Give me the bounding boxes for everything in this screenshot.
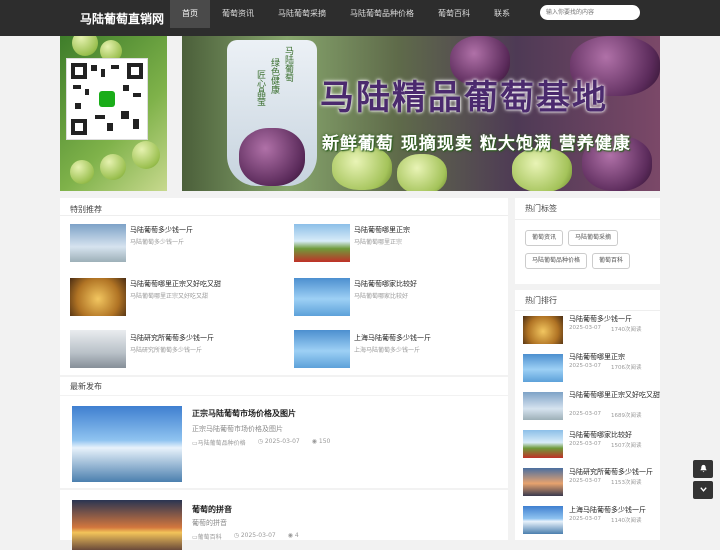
- grape-decoration: [70, 160, 94, 184]
- featured-thumb[interactable]: [70, 278, 126, 316]
- section-title: 特别推荐: [70, 205, 102, 214]
- article-thumb[interactable]: [72, 500, 182, 550]
- article-item[interactable]: 葡萄的拼音 葡萄的拼音 ▭葡萄百科 ◷ 2025-03-07 ◉ 4: [60, 490, 508, 550]
- clock-icon: ◷: [233, 532, 239, 539]
- rank-item-title[interactable]: 上海马陆葡萄多少钱一斤: [569, 505, 663, 515]
- nav-news[interactable]: 葡萄资讯: [210, 0, 266, 28]
- featured-section: 特别推荐 马陆葡萄多少钱一斤 马陆葡萄多少钱一斤 马陆葡萄哪里正宗 马陆葡萄哪里…: [60, 198, 508, 375]
- tag-link[interactable]: 葡萄百科: [592, 253, 631, 269]
- rank-thumb[interactable]: [523, 392, 563, 420]
- grape-decoration: [72, 36, 98, 56]
- hot-rank-section: 热门排行 马陆葡萄多少钱一斤 2025-03-07 1740次阅读 马陆葡萄哪里正…: [515, 290, 660, 540]
- rank-thumb[interactable]: [523, 354, 563, 382]
- rank-item-meta: 2025-03-07 1140次阅读: [569, 516, 642, 524]
- main-nav: 首页 葡萄资讯 马陆葡萄采摘 马陆葡萄品种价格 葡萄百科 联系: [170, 0, 522, 28]
- rank-item-title[interactable]: 马陆研究所葡萄多少钱一斤: [569, 467, 663, 477]
- featured-item-title[interactable]: 马陆葡萄多少钱一斤: [130, 225, 193, 235]
- qr-code: [66, 58, 148, 140]
- featured-item-summary: 马陆葡萄哪里正宗: [354, 239, 403, 246]
- rank-item-title[interactable]: 马陆葡萄哪里正宗: [569, 352, 663, 362]
- featured-item-title[interactable]: 马陆研究所葡萄多少钱一斤: [130, 333, 214, 343]
- article-title[interactable]: 葡萄的拼音: [192, 504, 232, 515]
- rank-item-title[interactable]: 马陆葡萄哪家比较好: [569, 430, 663, 440]
- article-title[interactable]: 正宗马陆葡萄市场价格及图片: [192, 408, 296, 419]
- nav-picking[interactable]: 马陆葡萄采摘: [266, 0, 338, 28]
- top-navbar: 马陆葡萄直销网 首页 葡萄资讯 马陆葡萄采摘 马陆葡萄品种价格 葡萄百科 联系: [0, 0, 720, 36]
- featured-item-title[interactable]: 马陆葡萄哪里正宗: [354, 225, 410, 235]
- bag-label: 绿色健康: [269, 58, 279, 94]
- banner-subtitle: 新鲜葡萄 现摘现卖 粒大饱满 营养健康: [322, 134, 631, 154]
- featured-item-summary: 马陆葡萄多少钱一斤: [130, 239, 185, 246]
- featured-thumb[interactable]: [294, 330, 350, 368]
- article-summary: 正宗马陆葡萄市场价格及图片: [192, 425, 283, 433]
- grape-decoration: [100, 154, 126, 180]
- featured-thumb[interactable]: [70, 330, 126, 368]
- rank-item-meta: 2025-03-07 1153次阅读: [569, 478, 642, 486]
- featured-item-title[interactable]: 马陆葡萄哪里正宗又好吃又甜: [130, 279, 221, 289]
- nav-contact[interactable]: 联系: [482, 0, 522, 28]
- rank-thumb[interactable]: [523, 430, 563, 458]
- rank-item-meta: 2025-03-07 1507次阅读: [569, 441, 642, 449]
- section-title: 热门排行: [525, 296, 557, 305]
- article-summary: 葡萄的拼音: [192, 519, 227, 527]
- eye-icon: ◉: [311, 438, 317, 445]
- eye-icon: ◉: [287, 532, 293, 539]
- featured-thumb[interactable]: [294, 278, 350, 316]
- tag-link[interactable]: 马陆葡萄品种价格: [525, 253, 588, 269]
- category-link[interactable]: ▭马陆葡萄品种价格: [192, 438, 246, 447]
- featured-item-summary: 马陆葡萄哪家比较好: [354, 293, 409, 300]
- featured-item-title[interactable]: 上海马陆葡萄多少钱一斤: [354, 333, 431, 343]
- section-title: 热门标签: [525, 204, 557, 213]
- clock-icon: ◷: [257, 438, 263, 445]
- tag-link[interactable]: 马陆葡萄采摘: [568, 230, 619, 246]
- article-thumb[interactable]: [72, 406, 182, 482]
- article-views: ◉ 150: [311, 438, 331, 445]
- tag-link[interactable]: 葡萄资讯: [525, 230, 564, 246]
- featured-thumb[interactable]: [70, 224, 126, 262]
- rank-item-meta: 2025-03-07 1740次阅读: [569, 325, 642, 333]
- article-item[interactable]: 正宗马陆葡萄市场价格及图片 正宗马陆葡萄市场价格及图片 ▭马陆葡萄品种价格 ◷ …: [60, 396, 508, 488]
- search-input[interactable]: [540, 5, 640, 20]
- rank-thumb[interactable]: [523, 506, 563, 534]
- nav-varieties-price[interactable]: 马陆葡萄品种价格: [338, 0, 426, 28]
- featured-thumb[interactable]: [294, 224, 350, 262]
- hero-banner[interactable]: 马陆葡萄 绿色健康 匠心晶莹 马陆精品葡萄基地 新鲜葡萄 现摘现卖 粒大饱满 营…: [182, 36, 660, 191]
- featured-item-summary: 上海马陆葡萄多少钱一斤: [354, 347, 421, 354]
- latest-header: 最新发布: [60, 377, 508, 395]
- grape-decoration: [132, 141, 160, 169]
- qr-banner[interactable]: [60, 36, 167, 191]
- rank-thumb[interactable]: [523, 468, 563, 496]
- hot-tags-section: 热门标签 葡萄资讯 马陆葡萄采摘 马陆葡萄品种价格 葡萄百科: [515, 198, 660, 284]
- rank-item-title[interactable]: 马陆葡萄多少钱一斤: [569, 314, 663, 324]
- rank-item-meta: 2025-03-07 1689次阅读: [569, 411, 642, 419]
- nav-home[interactable]: 首页: [170, 0, 210, 28]
- section-title: 最新发布: [70, 382, 102, 391]
- banner-title: 马陆精品葡萄基地: [320, 78, 608, 118]
- nav-encyclopedia[interactable]: 葡萄百科: [426, 0, 482, 28]
- article-meta: ▭马陆葡萄品种价格 ◷ 2025-03-07 ◉ 150: [192, 438, 330, 447]
- rank-item-title[interactable]: 马陆葡萄哪里正宗又好吃又甜: [569, 390, 663, 400]
- bell-icon[interactable]: [693, 460, 713, 478]
- featured-item-summary: 马陆研究所葡萄多少钱一斤: [130, 347, 203, 354]
- rank-item-meta: 2025-03-07 1706次阅读: [569, 363, 642, 371]
- bag-label: 匠心晶莹: [255, 70, 265, 106]
- featured-item-summary: 马陆葡萄哪里正宗又好吃又甜: [130, 293, 209, 300]
- article-date: ◷ 2025-03-07: [257, 438, 300, 445]
- rank-thumb[interactable]: [523, 316, 563, 344]
- chevron-down-icon[interactable]: [693, 481, 713, 499]
- site-logo[interactable]: 马陆葡萄直销网: [80, 10, 164, 27]
- featured-item-title[interactable]: 马陆葡萄哪家比较好: [354, 279, 417, 289]
- wechat-icon: [99, 91, 115, 107]
- bag-label: 马陆葡萄: [283, 46, 293, 82]
